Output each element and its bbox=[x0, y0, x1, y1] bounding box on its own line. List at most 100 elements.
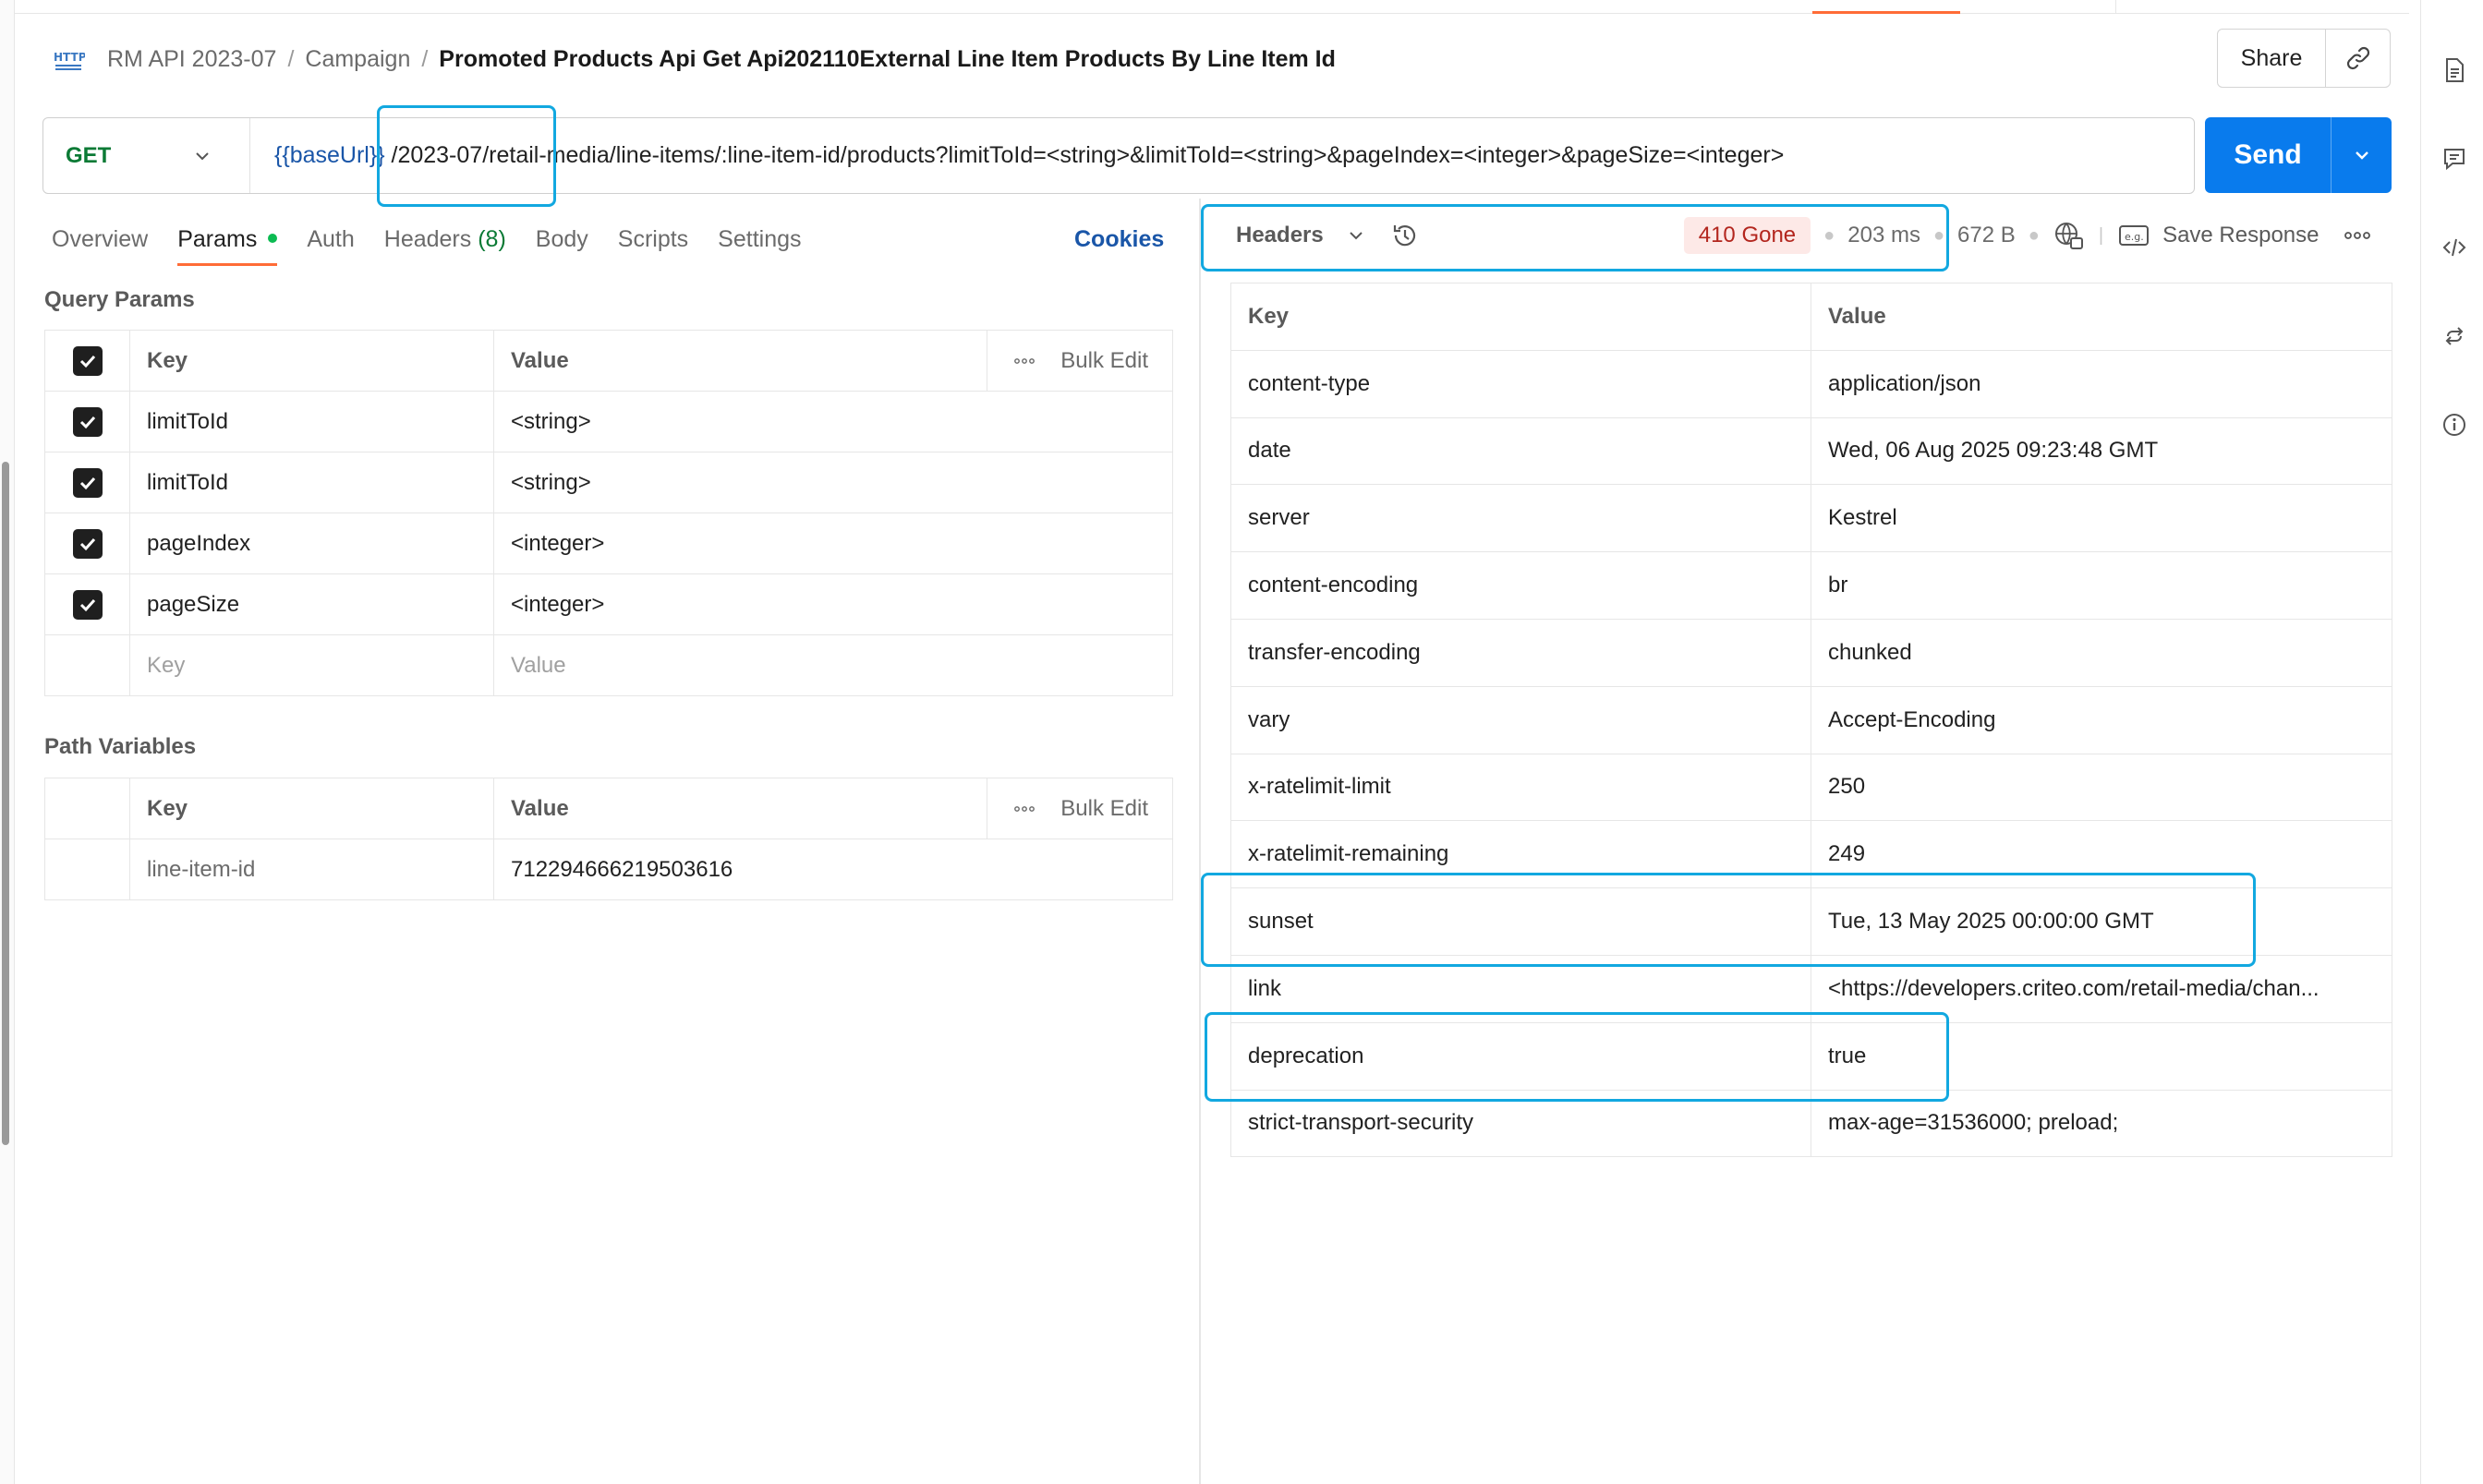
headers-count: (8) bbox=[478, 226, 506, 252]
row-check-cell bbox=[45, 635, 130, 695]
param-key[interactable]: limitToId bbox=[130, 392, 494, 452]
table-row: link <https://developers.criteo.com/retai… bbox=[1231, 955, 2392, 1023]
key-column-header: Key bbox=[130, 331, 494, 391]
tab-label: Settings bbox=[718, 226, 802, 252]
header-value: 250 bbox=[1828, 774, 1866, 800]
param-key[interactable]: limitToId bbox=[130, 452, 494, 513]
header-key: deprecation bbox=[1231, 1022, 1811, 1090]
response-size[interactable]: 672 B bbox=[1957, 223, 2016, 248]
cookies-link[interactable]: Cookies bbox=[1074, 226, 1164, 253]
param-key[interactable]: pageIndex bbox=[130, 513, 494, 573]
header-value: Tue, 13 May 2025 00:00:00 GMT bbox=[1828, 909, 2154, 935]
table-header-row: Key Value Bulk Edit bbox=[45, 778, 1172, 839]
breadcrumb-collection[interactable]: RM API 2023-07 bbox=[107, 46, 276, 73]
table-header-row: Key Value Bulk Edit bbox=[45, 331, 1172, 392]
response-view-select[interactable]: Headers bbox=[1236, 223, 1324, 248]
link-icon bbox=[2346, 46, 2369, 70]
bulk-edit-button[interactable]: Bulk Edit bbox=[1060, 348, 1148, 374]
pane-divider[interactable] bbox=[1199, 199, 1201, 1484]
tab-label: Auth bbox=[307, 226, 355, 252]
key-column-header: Key bbox=[130, 778, 494, 839]
tab-label: Headers bbox=[383, 226, 472, 252]
history-icon[interactable] bbox=[1390, 221, 1420, 250]
table-header-row: Key Value bbox=[1231, 284, 2392, 351]
table-row: date Wed, 06 Aug 2025 09:23:48 GMT bbox=[1231, 417, 2392, 486]
table-row: pageSize <integer> bbox=[45, 574, 1172, 635]
tab-params[interactable]: Params bbox=[177, 226, 278, 266]
row-checkbox[interactable] bbox=[72, 528, 103, 559]
header-key: content-encoding bbox=[1231, 552, 1811, 619]
header-value: application/json bbox=[1828, 370, 1981, 396]
table-row: sunset Tue, 13 May 2025 00:00:00 GMT bbox=[1231, 888, 2392, 956]
params-active-dot bbox=[268, 234, 278, 244]
chevron-down-icon[interactable] bbox=[1346, 225, 1366, 246]
header-key: content-type bbox=[1231, 350, 1811, 417]
param-key[interactable]: pageSize bbox=[130, 574, 494, 634]
response-time[interactable]: 203 ms bbox=[1847, 223, 1920, 248]
new-key-input[interactable]: Key bbox=[130, 635, 494, 695]
response-toolbar: Headers 410 Gone ● 203 ms ● 672 B ● | e.… bbox=[1210, 212, 2371, 259]
tab-overview[interactable]: Overview bbox=[52, 226, 148, 266]
row-checkbox[interactable] bbox=[72, 589, 103, 620]
header-value: max-age=31536000; preload; bbox=[1828, 1110, 2119, 1136]
select-all-cell bbox=[45, 331, 130, 391]
status-badge[interactable]: 410 Gone bbox=[1683, 217, 1811, 254]
chevron-down-icon bbox=[196, 151, 209, 160]
more-options-icon[interactable] bbox=[2344, 231, 2371, 240]
more-options-icon[interactable] bbox=[1014, 805, 1036, 813]
documentation-icon[interactable] bbox=[2441, 57, 2467, 83]
bulk-edit-group: Bulk Edit bbox=[987, 331, 1172, 391]
table-row: deprecation true bbox=[1231, 1022, 2392, 1091]
tab-headers[interactable]: Headers (8) bbox=[384, 226, 506, 266]
bulk-edit-button[interactable]: Bulk Edit bbox=[1060, 796, 1148, 822]
breadcrumb-folder[interactable]: Campaign bbox=[305, 46, 410, 73]
save-response-button[interactable]: e.g. Save Response bbox=[2118, 223, 2319, 248]
tab-body[interactable]: Body bbox=[536, 226, 588, 266]
checkmark-icon bbox=[79, 416, 95, 428]
table-row: x-ratelimit-limit 250 bbox=[1231, 754, 2392, 822]
row-checkbox[interactable] bbox=[72, 467, 103, 498]
breadcrumb-separator: / bbox=[421, 45, 429, 72]
table-row: vary Accept-Encoding bbox=[1231, 686, 2392, 754]
tab-settings[interactable]: Settings bbox=[718, 226, 801, 266]
save-response-label: Save Response bbox=[2162, 223, 2319, 247]
code-icon[interactable] bbox=[2441, 235, 2467, 260]
share-button[interactable]: Share bbox=[2218, 30, 2326, 87]
request-title[interactable]: Promoted Products Api Get Api202110Exter… bbox=[439, 46, 1336, 73]
copy-link-button[interactable] bbox=[2326, 30, 2390, 87]
info-icon[interactable] bbox=[2441, 412, 2467, 438]
checkmark-icon bbox=[79, 355, 95, 368]
related-collections-icon[interactable] bbox=[2441, 323, 2467, 349]
new-value-input[interactable]: Value bbox=[494, 635, 1172, 695]
checkmark-icon bbox=[79, 537, 95, 550]
tab-auth[interactable]: Auth bbox=[307, 226, 354, 266]
select-all-checkbox[interactable] bbox=[72, 345, 103, 376]
network-globe-icon[interactable] bbox=[2053, 220, 2084, 251]
param-value[interactable]: <string> bbox=[494, 392, 1172, 452]
response-headers-table: Key Value content-type application/json d… bbox=[1230, 283, 2392, 1158]
param-value[interactable]: <integer> bbox=[494, 574, 1172, 634]
header-key: strict-transport-security bbox=[1231, 1090, 1811, 1157]
method-select[interactable]: GET bbox=[43, 118, 250, 193]
tab-scripts[interactable]: Scripts bbox=[618, 226, 688, 266]
param-value[interactable]: <string> bbox=[494, 452, 1172, 513]
header-value: br bbox=[1828, 573, 1848, 598]
tab-label: Params bbox=[177, 226, 258, 252]
header-value: <https://developers.criteo.com/retail-me… bbox=[1828, 975, 2319, 1001]
row-checkbox[interactable] bbox=[72, 406, 103, 437]
path-variable-value[interactable]: 712294666219503616 bbox=[494, 839, 1172, 899]
row-check-cell bbox=[45, 392, 130, 452]
checkmark-icon bbox=[79, 477, 95, 489]
url-input[interactable]: {{baseUrl}} /2023-07/retail-media/line-i… bbox=[250, 142, 1784, 169]
more-options-icon[interactable] bbox=[1014, 357, 1036, 365]
send-button[interactable]: Send bbox=[2205, 139, 2331, 171]
scrollbar[interactable] bbox=[2, 462, 9, 1145]
table-row: content-encoding br bbox=[1231, 552, 2392, 620]
comments-icon[interactable] bbox=[2441, 146, 2467, 172]
param-value[interactable]: <integer> bbox=[494, 513, 1172, 573]
header-value: Accept-Encoding bbox=[1828, 706, 1996, 732]
breadcrumb: HTTP RM API 2023-07 / Campaign / Promote… bbox=[52, 41, 1336, 78]
send-button-group: Send bbox=[2205, 117, 2392, 193]
send-options-button[interactable] bbox=[2332, 144, 2392, 166]
url-variable[interactable]: {{baseUrl}} bbox=[274, 142, 385, 168]
